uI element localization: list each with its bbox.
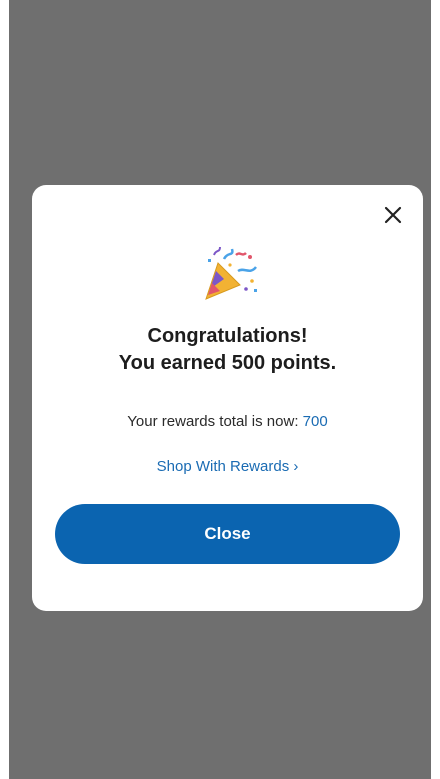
close-button[interactable]: Close xyxy=(55,504,400,564)
close-icon[interactable] xyxy=(381,203,405,227)
rewards-total-text: Your rewards total is now: 700 xyxy=(32,413,423,430)
shop-with-rewards-link[interactable]: Shop With Rewards › xyxy=(32,458,423,475)
party-popper-icon xyxy=(196,245,260,305)
screen: Congratulations! You earned 500 points. … xyxy=(0,0,440,779)
rewards-value: 700 xyxy=(302,413,328,430)
rewards-modal: Congratulations! You earned 500 points. … xyxy=(32,185,423,611)
modal-title: Congratulations! You earned 500 points. xyxy=(32,323,423,377)
title-line-2: You earned 500 points. xyxy=(118,352,337,374)
title-line-1: Congratulations! xyxy=(147,325,308,347)
rewards-label: Your rewards total is now: xyxy=(127,413,299,430)
